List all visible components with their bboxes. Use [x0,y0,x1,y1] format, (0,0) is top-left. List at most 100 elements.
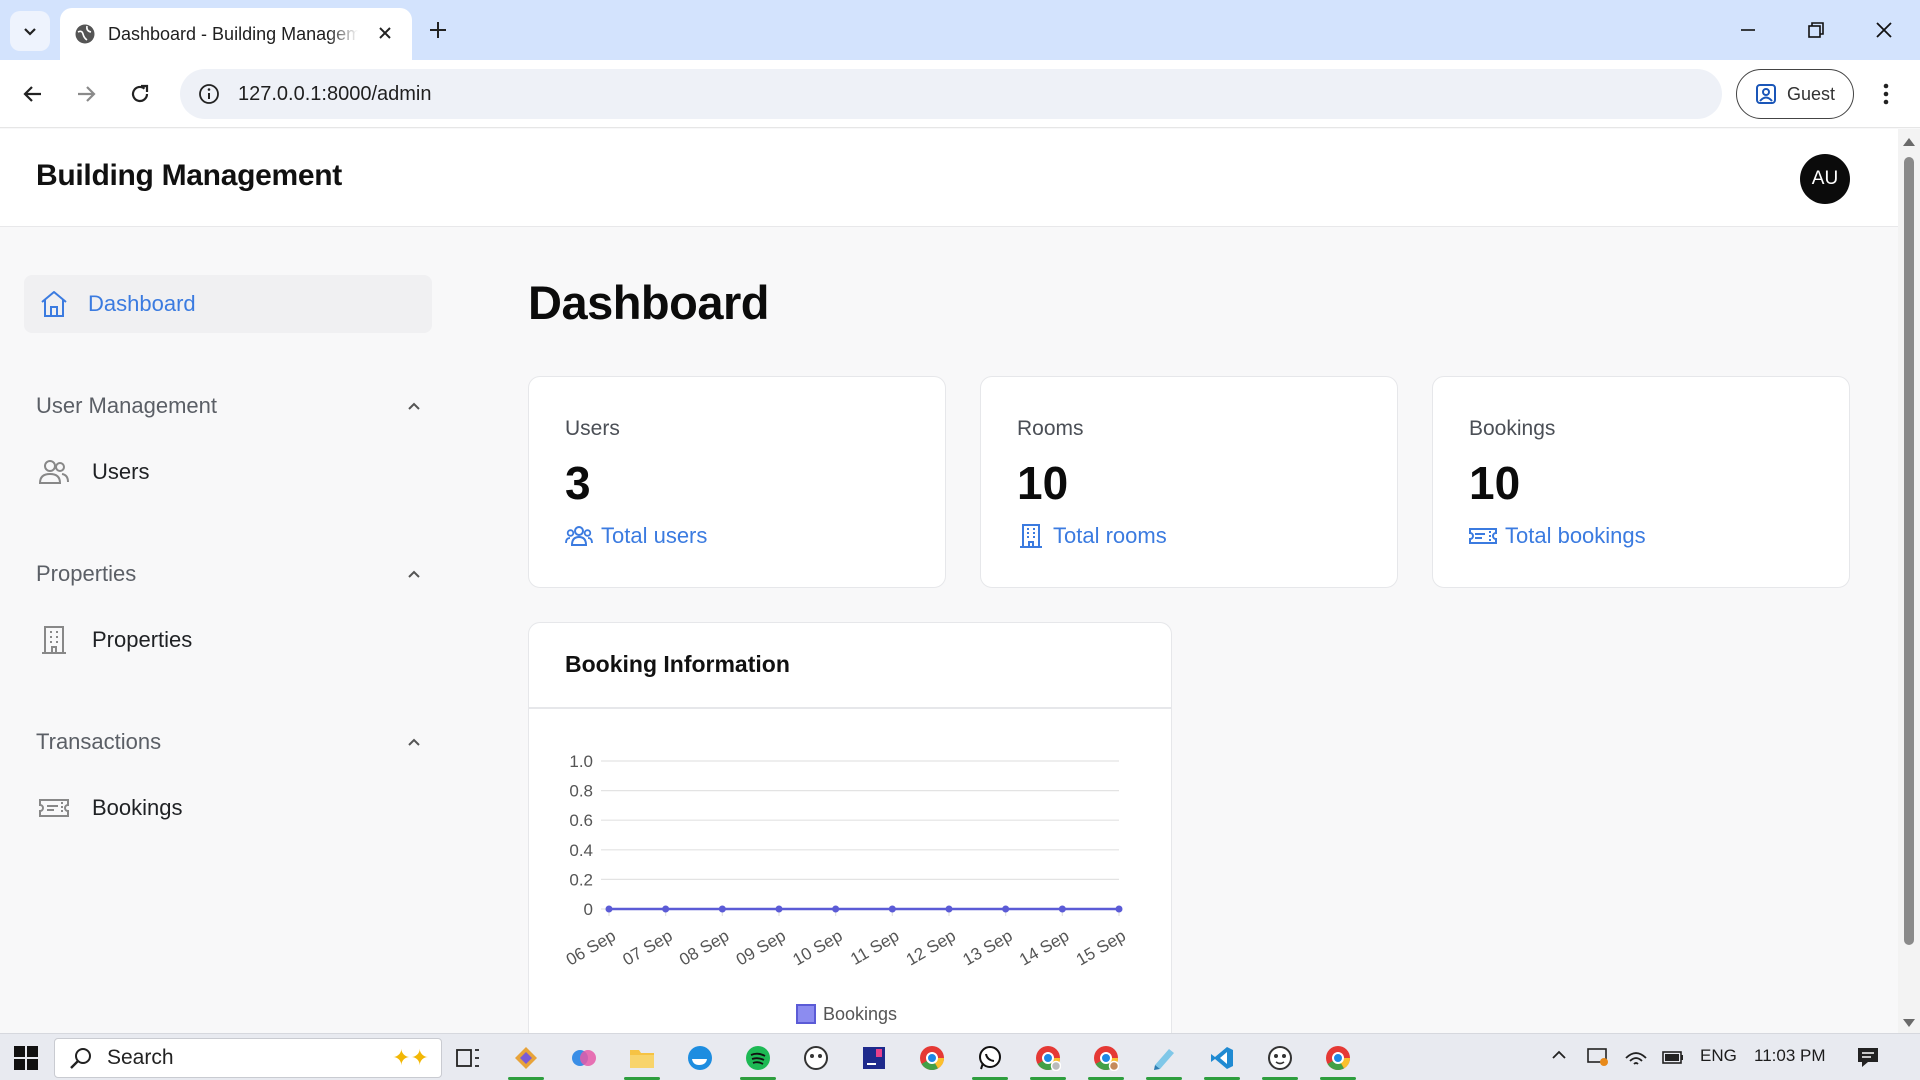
copilot-sparkle-icon: ✦✦ [392,1045,429,1070]
x-tick-label: 11 Sep [847,926,902,969]
chrome-profile-icon-1[interactable] [1030,1040,1066,1080]
y-tick-label: 0.8 [569,782,593,801]
sidebar-item-bookings[interactable]: Bookings [38,788,183,828]
minimize-button[interactable] [1728,12,1768,48]
section-title: User Management [36,393,217,418]
arrow-right-icon [78,86,96,102]
start-button[interactable] [14,1046,38,1075]
restore-icon [1808,22,1824,38]
data-point [945,905,953,913]
scroll-down-arrow[interactable] [1903,1019,1915,1027]
site-info-icon[interactable] [198,83,220,105]
data-point [1002,905,1010,913]
avatar[interactable]: AU [1800,154,1850,204]
chevron-up-icon[interactable] [406,398,422,414]
globe-icon [75,24,95,44]
users-group-icon [565,526,593,546]
language-indicator[interactable]: ENG [1700,1046,1737,1066]
app-title[interactable]: Building Management [36,159,342,193]
taskbar-search[interactable]: Search ✦✦ [54,1038,442,1078]
data-point [775,905,783,913]
browser-menu-button[interactable] [1868,76,1904,112]
update-icon[interactable] [1586,1046,1610,1073]
spotify-icon[interactable] [740,1040,776,1080]
x-tick-label: 12 Sep [903,926,959,969]
chrome-profile-icon-2[interactable] [1088,1040,1124,1080]
vscode-icon[interactable] [1204,1040,1240,1080]
stat-card-rooms: Rooms 10 Total rooms [980,376,1398,588]
x-tick-label: 09 Sep [733,926,789,969]
x-tick-label: 15 Sep [1073,926,1129,969]
stat-link-label: Total users [601,523,708,548]
reload-button[interactable] [122,76,158,112]
new-tab-button[interactable] [424,16,452,44]
section-title: Properties [36,561,137,586]
whatsapp-icon[interactable] [972,1040,1008,1080]
app-icon-1[interactable] [508,1040,544,1080]
wifi-icon[interactable] [1624,1046,1648,1073]
scroll-thumb[interactable] [1904,157,1914,945]
chevron-up-icon[interactable] [1550,1046,1568,1069]
page-scrollbar[interactable] [1898,129,1920,1033]
taskbar: Search ✦✦ ENG 11:03 PM [0,1033,1920,1080]
chrome-active-icon[interactable] [1320,1040,1356,1080]
address-bar[interactable]: 127.0.0.1:8000/admin [180,69,1722,119]
sidebar-item-dashboard[interactable]: Dashboard [24,275,432,333]
legend-swatch [796,1004,816,1024]
profile-icon [1755,84,1776,104]
sidebar-item-users[interactable]: Users [38,452,149,492]
forward-button[interactable] [68,76,104,112]
data-point [832,905,840,913]
chevron-up-icon[interactable] [406,566,422,582]
booking-line-chart: 0 0.2 0.4 0.6 0.8 1.0 06 Sep 07 Sep 08 Sep 09 Sep… [563,752,1129,1024]
y-tick-label: 0 [584,900,593,919]
notifications-icon[interactable] [1856,1046,1880,1073]
search-icon [70,1048,91,1069]
stat-label: Bookings [1469,417,1556,440]
clock[interactable]: 11:03 PM [1754,1046,1826,1066]
url-text: 127.0.0.1:8000/admin [238,82,432,105]
app-icon-2[interactable] [798,1040,834,1076]
section-title: Transactions [36,729,162,754]
y-tick-label: 1.0 [569,752,593,771]
ticket-icon [1469,528,1497,544]
file-explorer-icon[interactable] [624,1040,660,1080]
sidebar-item-label: Properties [92,627,193,652]
total-bookings-link[interactable]: Total bookings [1469,523,1646,549]
chrome-icon[interactable] [914,1040,950,1076]
restore-button[interactable] [1796,12,1836,48]
x-tick-label: 13 Sep [959,926,1015,969]
section-user-management[interactable]: User Management [36,388,422,424]
app-icon-3[interactable] [1262,1040,1298,1080]
stat-label: Users [565,417,620,440]
x-tick-label: 14 Sep [1016,926,1072,969]
data-point [605,905,613,913]
section-properties[interactable]: Properties [36,556,422,592]
battery-icon[interactable] [1660,1046,1686,1073]
building-icon [1020,524,1042,548]
app-header: Building Management AU [0,129,1898,227]
section-transactions[interactable]: Transactions [36,724,422,760]
close-window-button[interactable] [1864,12,1904,48]
stat-card-users: Users 3 Total users [528,376,946,588]
notepad-icon[interactable] [1146,1040,1182,1080]
total-rooms-link[interactable]: Total rooms [1017,523,1167,549]
close-tab-icon[interactable] [374,22,396,44]
browser-tab[interactable]: Dashboard - Building Management [60,8,412,60]
profile-button[interactable]: Guest [1736,69,1854,119]
jetbrains-icon[interactable] [856,1040,892,1076]
sidebar-item-properties[interactable]: Properties [38,620,192,660]
task-view-icon[interactable] [450,1040,486,1076]
chart-card-title: Booking Information [565,651,790,677]
copilot-icon[interactable] [566,1040,602,1076]
home-icon [41,291,67,317]
docker-icon[interactable] [682,1040,718,1076]
scroll-up-arrow[interactable] [1903,138,1915,146]
y-tick-label: 0.4 [569,841,593,860]
chevron-up-icon[interactable] [406,734,422,750]
sidebar-item-label: Dashboard [88,291,196,316]
back-button[interactable] [15,76,51,112]
total-users-link[interactable]: Total users [565,523,707,549]
tab-search-button[interactable] [10,11,50,51]
booking-chart-card: Booking Information 0 0.2 0.4 0.6 0.8 1.0 06 S… [528,622,1172,1052]
